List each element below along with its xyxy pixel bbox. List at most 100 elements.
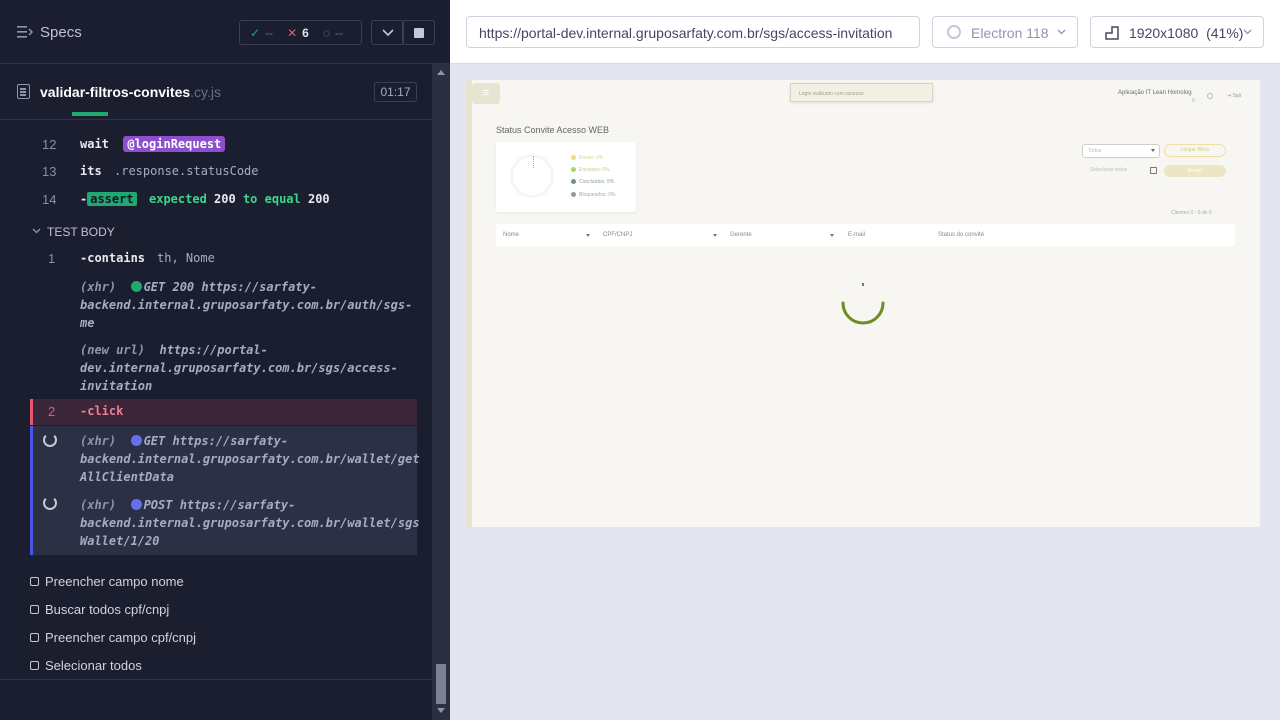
spec-file-name[interactable]: validar-filtros-convites.cy.js [40,84,221,100]
command-name: -click [80,404,124,418]
running-xhr-block: (xhr) GET https://sarfaty- backend.inter… [30,426,420,555]
sort-icon[interactable] [830,234,834,237]
command-number: 2 [48,404,56,419]
failed-x-icon: ✕ [287,25,298,40]
test-body-header[interactable]: TEST BODY [30,222,417,242]
xhr-log-sgs-me[interactable]: (xhr) GET 200 https://sarfaty- backend.i… [30,278,417,334]
checkbox-icon [30,605,39,614]
command-message: .response.statusCode [114,164,259,178]
send-button[interactable]: Enviar [1164,165,1226,177]
select-all-label: Selecionar todos [1090,167,1128,173]
sort-icon[interactable] [713,234,717,237]
electron-icon [947,25,961,39]
stop-button[interactable] [402,20,435,45]
legend-item: Concluídos: 0% [571,179,614,185]
column-header-cpf[interactable]: CPF/CNPJ [603,232,632,238]
reporter-header: Specs ✓ -- ✕ 6 ◌ -- [0,0,450,64]
xhr-log-post-sgs-wallet[interactable]: (xhr) POST https://sarfaty- backend.inte… [33,496,420,552]
select-all-checkbox[interactable] [1150,167,1157,174]
status-chart-card: Enviar: 0% Enviados: 0% Concluídos: 0% B… [496,142,636,212]
legend-item: Bloqueados: 0% [571,192,615,198]
command-number: 13 [42,164,57,179]
status-dot-icon [130,499,142,510]
user-subtext: 0 [1192,98,1195,104]
table-header: Nome CPF/CNPJ Gerente E-mail Status do c… [496,224,1235,246]
ruler-icon [1105,26,1119,40]
command-name: its [80,164,102,178]
column-header-email[interactable]: E-mail [848,232,865,238]
test-body-label: TEST BODY [47,225,115,239]
chevron-down-icon [32,228,41,234]
command-row-wait[interactable]: 12 wait @loginRequest [30,136,417,157]
specs-label[interactable]: Specs [40,24,82,41]
toast-message: Login realizado com sucesso. [790,83,933,102]
status-filter-select[interactable]: Todos [1082,144,1160,158]
xhr-log-get-all-client-data[interactable]: (xhr) GET https://sarfaty- backend.inter… [33,432,420,488]
collapse-all-button[interactable] [371,20,404,45]
reporter-scrollbar[interactable] [432,64,450,720]
scroll-up-arrow-icon[interactable] [437,70,445,75]
status-dot-icon [130,281,142,292]
app-under-test: ≡ Login realizado com sucesso. Aplicação… [466,80,1260,527]
column-header-gerente[interactable]: Gerente [730,232,752,238]
aut-header: https://portal-dev.internal.gruposarfaty… [450,0,1280,64]
clients-count: Clientes 0 - 0 de 0 [1171,210,1212,216]
cypress-reporter: Specs ✓ -- ✕ 6 ◌ -- validar-filtros-conv… [0,0,450,720]
alias-badge: @loginRequest [123,136,226,152]
command-row-assert[interactable]: 14 - assert expected 200 to equal 200 [30,192,417,212]
pending-spinner-icon: ◌ [322,25,330,40]
command-row-click-failed[interactable]: 2 -click [30,399,417,425]
chevron-down-icon [1151,149,1155,152]
failed-count: 6 [302,25,309,40]
loading-spinner-icon [841,283,885,325]
divider [0,679,432,680]
passed-check-icon: ✓ [250,25,261,40]
url-bar[interactable]: https://portal-dev.internal.gruposarfaty… [466,16,920,48]
duration-timer: 01:17 [374,82,417,102]
assert-badge: assert [87,192,137,206]
sort-icon[interactable] [586,234,590,237]
command-number: 1 [48,251,56,266]
scroll-down-arrow-icon[interactable] [437,708,445,713]
scrollbar-thumb[interactable] [436,664,446,704]
viewport-size: 1920x1080 (41%) [1129,25,1244,41]
page-title: Status Convite Acesso WEB [496,125,610,135]
chevron-down-icon [1243,29,1252,35]
command-row-contains[interactable]: 1 -contains th, Nome [30,251,417,271]
new-url-log[interactable]: (new url) https://portal- dev.internal.g… [30,341,417,397]
chevron-down-icon [1057,29,1066,35]
passed-count: -- [265,25,274,40]
user-icon[interactable] [1207,93,1213,99]
command-name: - assert [80,192,137,206]
stop-icon [414,28,424,38]
command-name: wait @loginRequest [80,136,226,152]
user-name: Aplicação IT Lean Homolog [1118,90,1192,96]
checkbox-icon [30,661,39,670]
column-header-status[interactable]: Status do convite [938,232,984,238]
browser-name: Electron 118 [971,25,1049,41]
checkbox-icon [30,633,39,642]
clipped-command-row [30,112,417,120]
viewport-selector[interactable]: 1920x1080 (41%) [1090,16,1264,48]
clear-filters-button[interactable]: Limpar filtros [1164,144,1226,157]
assertion-message: expected 200 to equal 200 [149,192,330,206]
legend-item: Enviados: 0% [571,167,610,173]
command-number: 14 [42,192,57,207]
app-sidebar-strip [466,80,472,527]
status-dot-icon [130,435,142,446]
command-name: -contains [80,251,146,265]
hamburger-menu-icon[interactable]: ≡ [472,83,500,104]
browser-selector[interactable]: Electron 118 [932,16,1078,48]
chevron-down-icon [382,29,394,37]
command-message: th, Nome [157,251,215,265]
legend-item: Enviar: 0% [571,155,603,161]
column-header-nome[interactable]: Nome [503,232,519,238]
test-stats: ✓ -- ✕ 6 ◌ -- [239,20,362,45]
pending-count: -- [334,25,343,40]
command-row-its[interactable]: 13 its .response.statusCode [30,164,417,184]
command-number: 12 [42,137,57,152]
document-icon [17,84,30,99]
status-donut-chart [510,154,554,198]
logout-button[interactable]: ⇥ Sair [1227,93,1242,99]
specs-menu-icon[interactable] [17,25,33,39]
